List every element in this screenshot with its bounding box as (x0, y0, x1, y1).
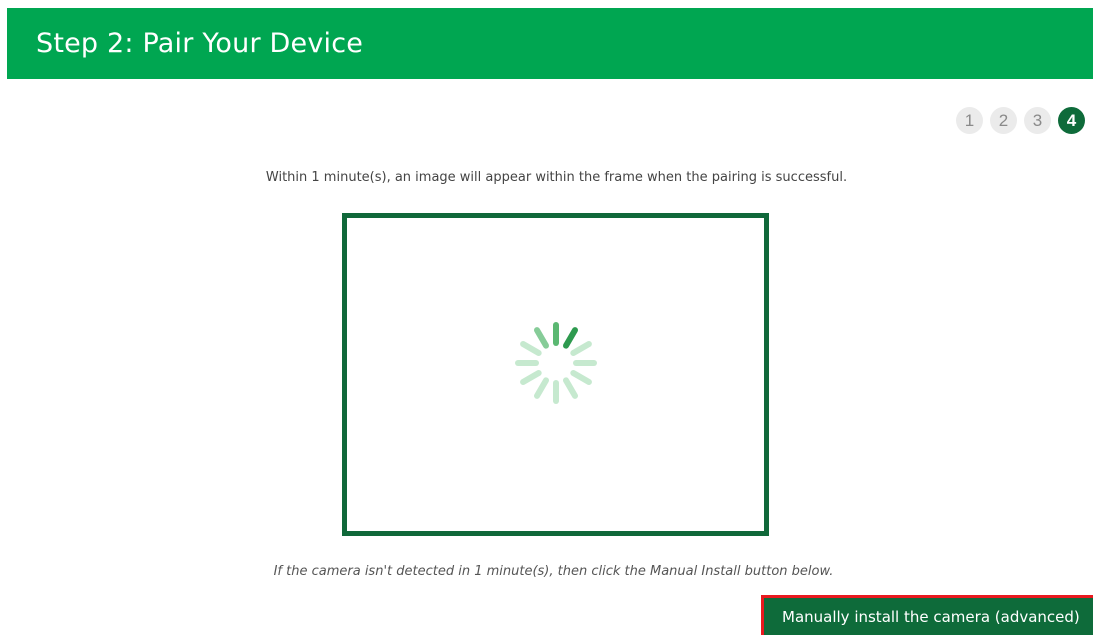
spinner-bar (563, 377, 578, 399)
spinner-bar (570, 341, 592, 356)
page-header: Step 2: Pair Your Device (7, 8, 1093, 79)
step-1: 1 (956, 107, 983, 134)
spinner-bar (570, 370, 592, 385)
manual-install-button[interactable]: Manually install the camera (advanced) (761, 595, 1093, 635)
pairing-instruction: Within 1 minute(s), an image will appear… (265, 170, 848, 185)
step-3: 3 (1024, 107, 1051, 134)
step-indicator: 1 2 3 4 (956, 107, 1085, 134)
spinner-bar (534, 377, 549, 399)
spinner-icon (515, 322, 597, 404)
page-title: Step 2: Pair Your Device (36, 28, 364, 59)
step-2: 2 (990, 107, 1017, 134)
step-4-active: 4 (1058, 107, 1085, 134)
spinner-bar (520, 341, 542, 356)
spinner-bar (563, 327, 578, 349)
pairing-page: Step 2: Pair Your Device 1 2 3 4 Within … (0, 0, 1093, 635)
manual-install-button-label: Manually install the camera (advanced) (782, 607, 1080, 626)
clipped-previous-content (0, 0, 1093, 8)
spinner-bar (520, 370, 542, 385)
manual-install-hint: If the camera isn't detected in 1 minute… (273, 564, 834, 579)
image-preview-frame (342, 213, 769, 536)
spinner-bar (534, 327, 549, 349)
